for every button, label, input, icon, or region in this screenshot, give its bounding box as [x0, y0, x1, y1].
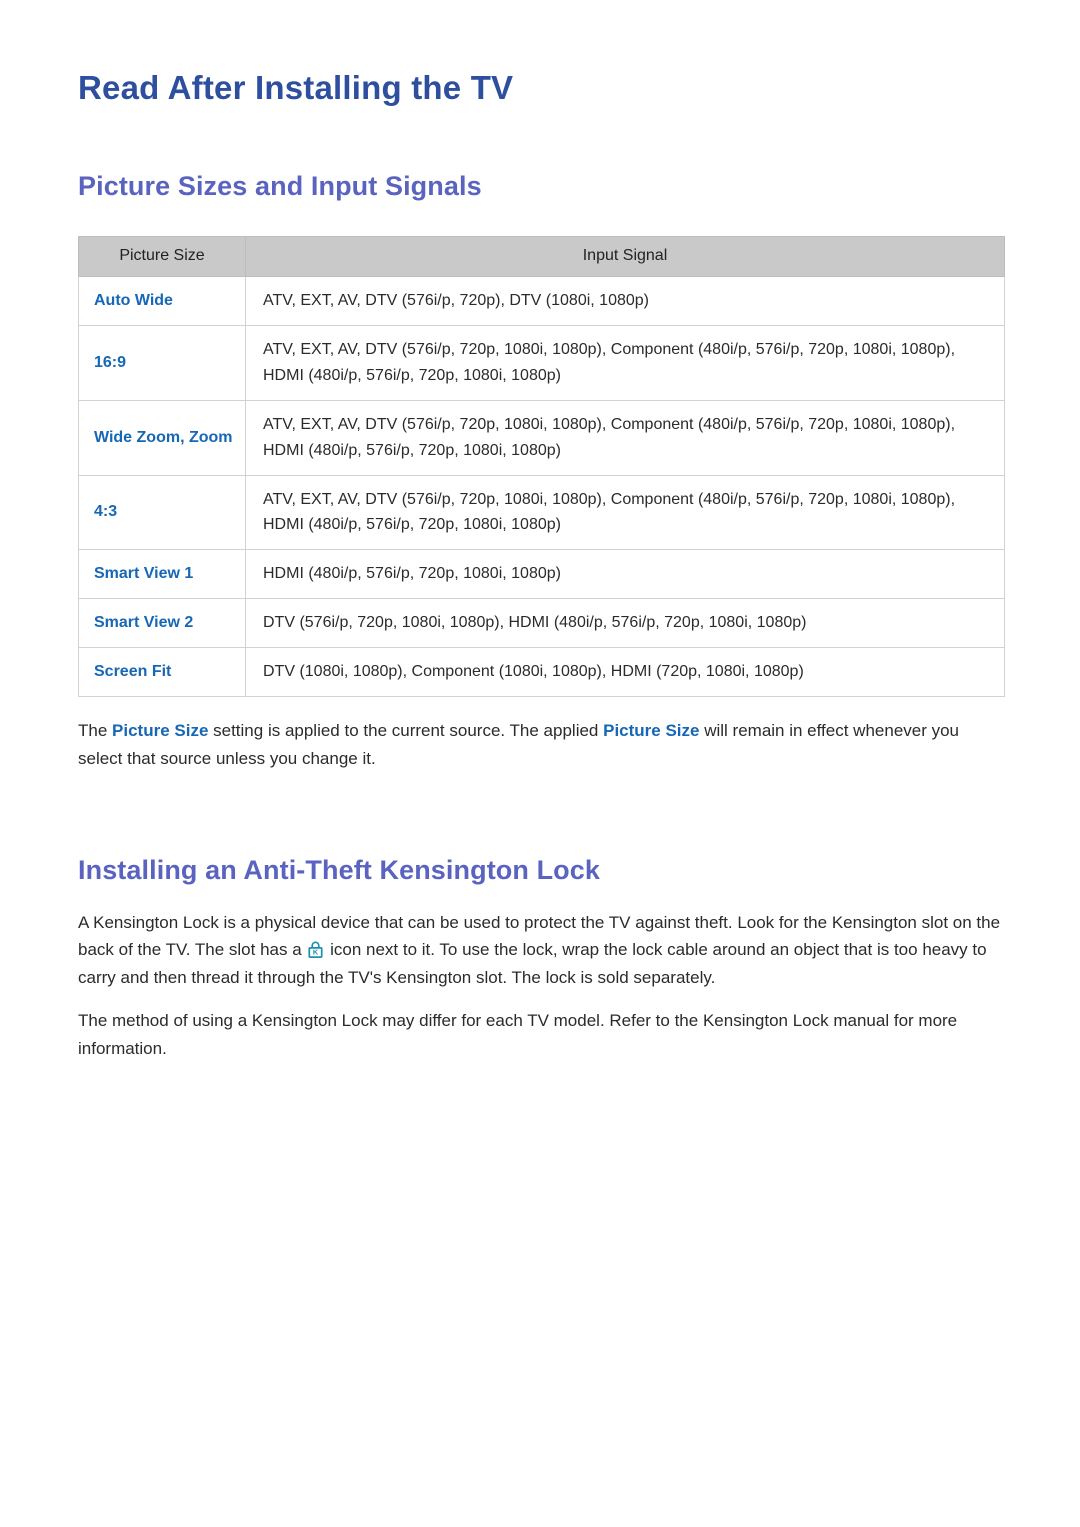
table-row: Smart View 1 HDMI (480i/p, 576i/p, 720p,…: [78, 549, 1005, 600]
page-title: Read After Installing the TV: [78, 69, 514, 106]
kensington-paragraph-2: The method of using a Kensington Lock ma…: [78, 1011, 958, 1058]
table-row: Smart View 2 DTV (576i/p, 720p, 1080i, 1…: [78, 598, 1005, 649]
kensington-lock-icon: K: [308, 941, 323, 958]
picture-size-value: Auto Wide: [78, 275, 246, 326]
note-text-part1: The: [78, 721, 113, 741]
picture-size-value: Smart View 2: [78, 598, 246, 649]
column-header-input-signal: Input Signal: [245, 235, 1005, 277]
picture-size-value: Smart View 1: [78, 549, 246, 600]
picture-size-value: Wide Zoom, Zoom: [78, 399, 246, 476]
section-heading-kensington-lock: Installing an Anti-Theft Kensington Lock: [78, 855, 600, 886]
section-heading-picture-sizes: Picture Sizes and Input Signals: [78, 170, 482, 201]
picture-size-value: Screen Fit: [78, 647, 246, 698]
input-signal-value: ATV, EXT, AV, DTV (576i/p, 720p, 1080i, …: [245, 324, 1005, 401]
document-page: Read After Installing the TV Picture Siz…: [0, 0, 1080, 1527]
svg-text:K: K: [313, 948, 319, 957]
picture-size-value: 16:9: [78, 324, 246, 401]
input-signal-value: ATV, EXT, AV, DTV (576i/p, 720p, 1080i, …: [245, 399, 1005, 476]
kensington-paragraph-1: A Kensington Lock is a physical device t…: [78, 887, 1004, 992]
input-signal-value: ATV, EXT, AV, DTV (576i/p, 720p), DTV (1…: [245, 275, 1005, 326]
column-header-picture-size: Picture Size: [78, 235, 246, 277]
picture-size-input-signal-table: Picture Size Input Signal Auto Wide ATV,…: [78, 235, 1005, 698]
table-row: 4:3 ATV, EXT, AV, DTV (576i/p, 720p, 108…: [78, 474, 1005, 551]
table-row: Auto Wide ATV, EXT, AV, DTV (576i/p, 720…: [78, 275, 1005, 326]
table-header-row: Picture Size Input Signal: [78, 235, 1005, 277]
input-signal-value: ATV, EXT, AV, DTV (576i/p, 720p, 1080i, …: [245, 474, 1005, 551]
table-row: Wide Zoom, Zoom ATV, EXT, AV, DTV (576i/…: [78, 399, 1005, 476]
note-term-picture-size-1: Picture Size: [112, 721, 209, 741]
table-row: Screen Fit DTV (1080i, 1080p), Component…: [78, 647, 1005, 698]
picture-size-value: 4:3: [78, 474, 246, 551]
table-row: 16:9 ATV, EXT, AV, DTV (576i/p, 720p, 10…: [78, 324, 1005, 401]
input-signal-value: HDMI (480i/p, 576i/p, 720p, 1080i, 1080p…: [245, 549, 1005, 600]
picture-size-note: The Picture Size setting is applied to t…: [78, 697, 1004, 772]
input-signal-value: DTV (576i/p, 720p, 1080i, 1080p), HDMI (…: [245, 598, 1005, 649]
note-text-part2: setting is applied to the current source…: [208, 721, 604, 741]
page-content: Read After Installing the TV Picture Siz…: [78, 0, 1005, 1062]
note-term-picture-size-2: Picture Size: [603, 721, 700, 741]
input-signal-value: DTV (1080i, 1080p), Component (1080i, 10…: [245, 647, 1005, 698]
